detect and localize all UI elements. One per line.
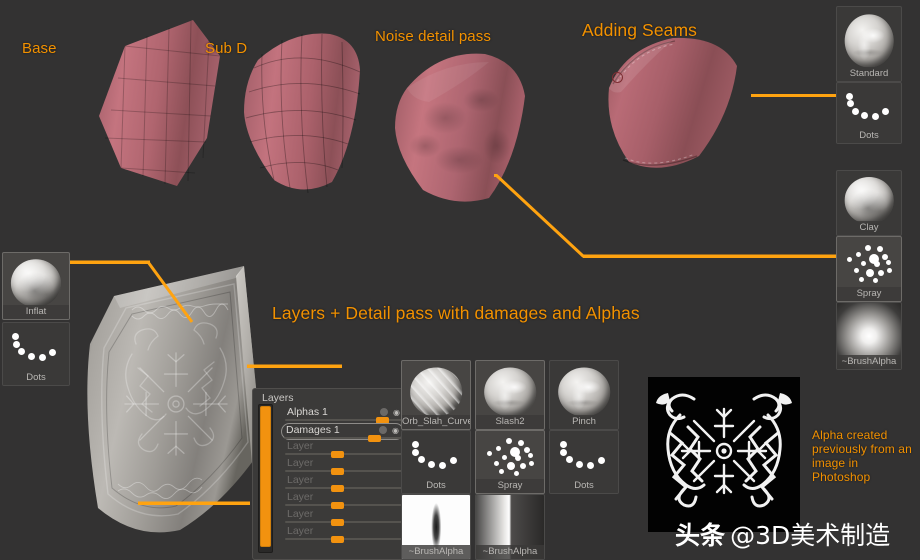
- annotation-line-3: Photoshop: [812, 470, 871, 484]
- annotation-line-0: Alpha created: [812, 428, 888, 442]
- zbrush-workflow-canvas: Layers Alphas 1 ◉ Damages 1 ◉ Layer Layer Laye…: [0, 0, 920, 560]
- annotations: Alpha created previously from an image in P…: [0, 0, 920, 560]
- annotation-alpha-note: Alpha created previously from an image in P…: [812, 428, 914, 484]
- annotation-line-2: image in: [812, 456, 859, 470]
- annotation-line-1: previously from an: [812, 442, 912, 456]
